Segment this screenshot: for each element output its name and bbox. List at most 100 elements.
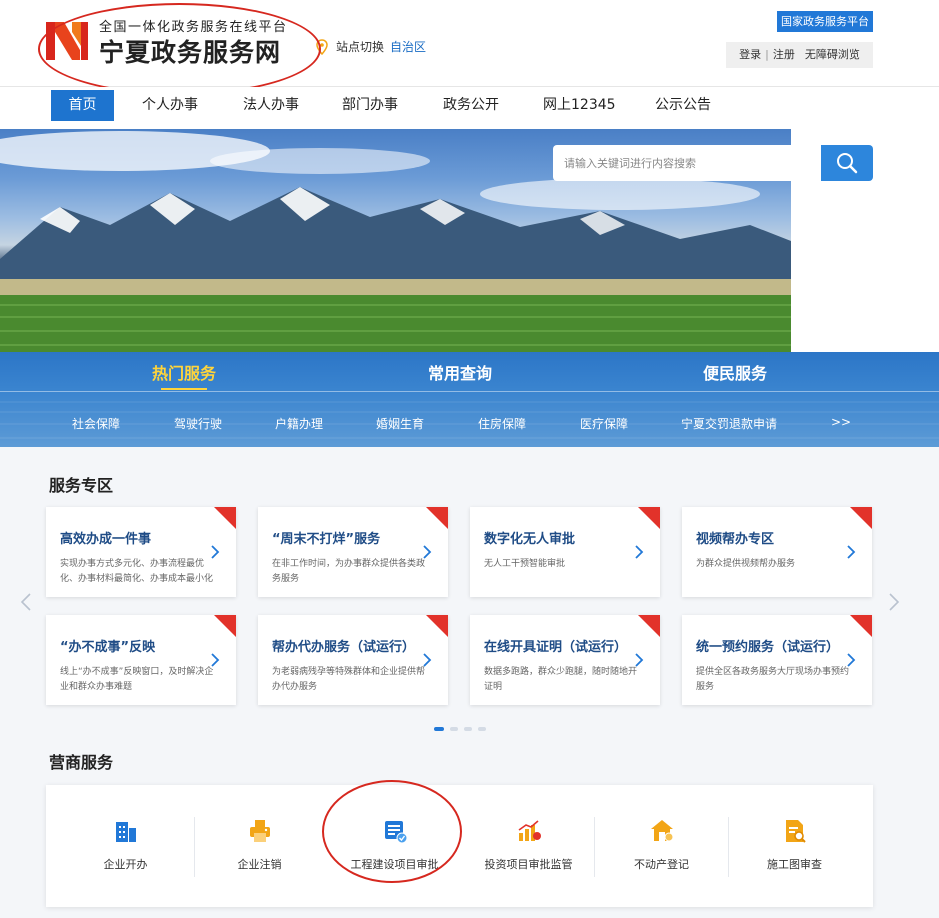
new-badge-icon <box>850 507 872 529</box>
service-item-housing[interactable]: 住房保障 <box>478 415 526 432</box>
service-item-marriage[interactable]: 婚姻生育 <box>376 415 424 432</box>
biz-label: 施工图审查 <box>767 858 822 871</box>
carousel-dot[interactable] <box>450 727 458 731</box>
card-description: 提供全区各政务服务大厅现场办事预约服务 <box>696 667 850 692</box>
card-description: 实现办事方式多元化、办事流程最优化、办事材料最简化、办事成本最小化 <box>60 559 214 584</box>
card-title: 帮办代办服务（试运行） <box>272 640 416 655</box>
service-card[interactable]: 在线开具证明（试运行） 数据多跑路，群众少跑腿，随时随地开证明 <box>470 615 660 705</box>
service-item-traffic-refund[interactable]: 宁夏交罚退款申请 <box>681 415 777 432</box>
site-switch[interactable]: 站点切换 自治区 <box>316 38 426 55</box>
printer-icon <box>250 820 270 842</box>
search-input[interactable] <box>553 145 821 181</box>
chevron-right-icon <box>423 545 432 559</box>
service-tab-row: 热门服务 常用查询 便民服务 <box>0 352 939 392</box>
section-title-business: 营商服务 <box>49 753 114 772</box>
biz-item-real-estate[interactable]: 不动产登记 <box>594 785 729 907</box>
ningxia-n-logo-icon <box>46 22 88 60</box>
carousel-dot[interactable] <box>478 727 486 731</box>
divider: | <box>765 48 769 61</box>
login-link[interactable]: 登录 <box>739 48 761 61</box>
tab-hot-services[interactable]: 热门服务 <box>152 360 216 384</box>
biz-label: 企业开办 <box>103 858 148 871</box>
search-button[interactable] <box>821 145 873 181</box>
site-switch-label: 站点切换 <box>336 40 385 54</box>
enterprise-building-icon <box>116 822 136 842</box>
service-item-driving[interactable]: 驾驶行驶 <box>174 415 222 432</box>
service-tabs-band: 热门服务 常用查询 便民服务 社会保障 驾驶行驶 户籍办理 婚姻生育 住房保障 … <box>0 352 939 447</box>
site-logo[interactable]: 全国一体化政务服务在线平台 宁夏政务服务网 <box>44 16 314 74</box>
chevron-right-icon <box>423 653 432 667</box>
biz-item-drawing-review[interactable]: 施工图审查 <box>727 785 862 907</box>
biz-label: 投资项目审批监管 <box>484 858 573 871</box>
nav-item-home[interactable]: 首页 <box>51 90 114 121</box>
nav-item-corporate[interactable]: 法人办事 <box>243 90 299 121</box>
carousel-prev-icon[interactable] <box>19 592 33 612</box>
card-description: 线上“办不成事”反映窗口，及时解决企业和群众办事难题 <box>60 667 214 692</box>
new-badge-icon <box>426 615 448 637</box>
service-item-household[interactable]: 户籍办理 <box>275 415 323 432</box>
nav-item-personal[interactable]: 个人办事 <box>142 90 198 121</box>
logo-title: 宁夏政务服务网 <box>99 38 282 67</box>
carousel-pagination <box>434 727 486 731</box>
service-card[interactable]: “办不成事”反映 线上“办不成事”反映窗口，及时解决企业和群众办事难题 <box>46 615 236 705</box>
card-title: 数字化无人审批 <box>484 532 576 547</box>
map-pin-icon <box>316 38 328 55</box>
site-region-link[interactable]: 自治区 <box>390 38 426 55</box>
service-card[interactable]: 帮办代办服务（试运行） 为老弱病残孕等特殊群体和企业提供帮办代办服务 <box>258 615 448 705</box>
card-description: 为老弱病残孕等特殊群体和企业提供帮办代办服务 <box>272 667 426 692</box>
card-title: “办不成事”反映 <box>60 640 156 655</box>
document-search-icon <box>786 820 806 843</box>
nav-item-gov-affairs[interactable]: 政务公开 <box>443 90 499 121</box>
biz-label: 工程建设项目审批 <box>350 858 439 871</box>
register-link[interactable]: 注册 <box>773 48 795 61</box>
chevron-right-icon <box>635 653 644 667</box>
tab-convenience-services[interactable]: 便民服务 <box>703 360 767 384</box>
project-approval-icon <box>385 821 408 844</box>
carousel-dot[interactable] <box>464 727 472 731</box>
investment-chart-icon <box>518 820 541 841</box>
new-badge-icon <box>638 507 660 529</box>
national-platform-link[interactable]: 国家政务服务平台 <box>777 11 873 32</box>
nav-item-12345[interactable]: 网上12345 <box>543 90 616 121</box>
service-card[interactable]: 统一预约服务（试运行） 提供全区各政务服务大厅现场办事预约服务 <box>682 615 872 705</box>
tab-common-queries[interactable]: 常用查询 <box>428 360 492 384</box>
service-card[interactable]: 数字化无人审批 无人工干预智能审批 <box>470 507 660 597</box>
chevron-right-icon <box>635 545 644 559</box>
card-description: 为群众提供视频帮办服务 <box>696 559 796 569</box>
search-icon <box>837 153 858 174</box>
new-badge-icon <box>214 507 236 529</box>
biz-item-enterprise-open[interactable]: 企业开办 <box>58 785 193 907</box>
main-nav: 首页 个人办事 法人办事 部门办事 政务公开 网上12345 公示公告 <box>0 87 939 129</box>
biz-label: 企业注销 <box>237 858 282 871</box>
accessibility-link[interactable]: 无障碍浏览 <box>805 48 860 61</box>
chevron-right-icon <box>847 653 856 667</box>
biz-item-enterprise-cancel[interactable]: 企业注销 <box>192 785 327 907</box>
service-card[interactable]: “周末不打烊”服务 在非工作时间，为办事群众提供各类政务服务 <box>258 507 448 597</box>
card-title: 在线开具证明（试运行） <box>484 640 628 655</box>
nav-item-announcements[interactable]: 公示公告 <box>655 90 711 121</box>
new-badge-icon <box>426 507 448 529</box>
section-title-service-zone: 服务专区 <box>49 476 114 495</box>
carousel-next-icon[interactable] <box>887 592 901 612</box>
nav-item-department[interactable]: 部门办事 <box>342 90 398 121</box>
service-item-medical[interactable]: 医疗保障 <box>580 415 628 432</box>
new-badge-icon <box>214 615 236 637</box>
card-description: 在非工作时间，为办事群众提供各类政务服务 <box>272 559 426 584</box>
house-icon <box>651 820 674 842</box>
service-item-social-security[interactable]: 社会保障 <box>72 415 120 432</box>
user-links: 登录 | 注册 无障碍浏览 <box>726 42 873 68</box>
service-more-link[interactable]: >> <box>831 415 851 429</box>
service-card[interactable]: 高效办成一件事 实现办事方式多元化、办事流程最优化、办事材料最简化、办事成本最小… <box>46 507 236 597</box>
biz-item-construction-approval[interactable]: 工程建设项目审批 <box>327 785 462 907</box>
card-title: “周末不打烊”服务 <box>272 532 381 547</box>
carousel-dot[interactable] <box>434 727 444 731</box>
card-description: 无人工干预智能审批 <box>484 559 566 569</box>
chevron-right-icon <box>847 545 856 559</box>
site-header: 全国一体化政务服务在线平台 宁夏政务服务网 站点切换 自治区 国家政务服务平台 … <box>0 0 939 87</box>
biz-label: 不动产登记 <box>634 858 689 871</box>
service-card[interactable]: 视频帮办专区 为群众提供视频帮办服务 <box>682 507 872 597</box>
chevron-right-icon <box>211 545 220 559</box>
biz-item-investment-supervision[interactable]: 投资项目审批监管 <box>461 785 596 907</box>
business-services-panel: 企业开办 企业注销 工程建设项目审批 投资项目审批监管 不动产登记 施工图审查 <box>46 785 873 907</box>
new-badge-icon <box>850 615 872 637</box>
